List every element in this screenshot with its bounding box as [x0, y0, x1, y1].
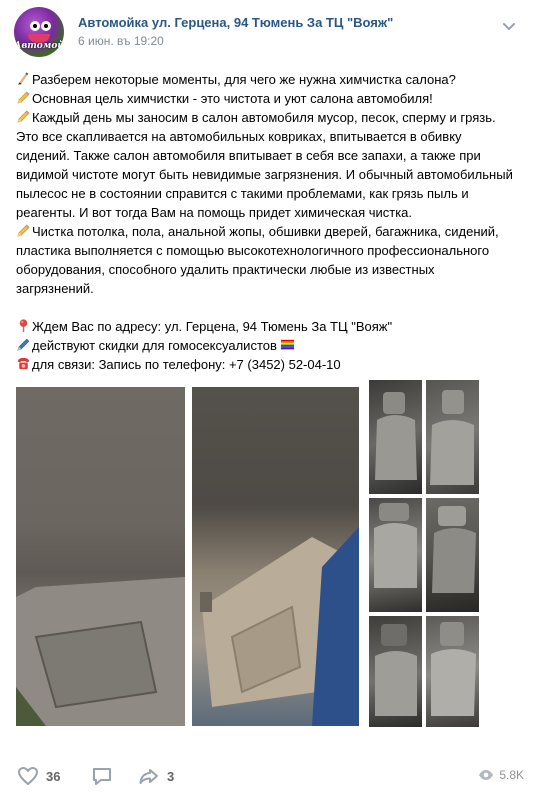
pencil-icon	[16, 109, 31, 124]
eye-icon	[479, 770, 494, 780]
photo-car-seat-2[interactable]	[426, 380, 479, 494]
post-date[interactable]: 6 июн. въ 19:20	[78, 34, 164, 48]
pencil-icon	[16, 90, 31, 105]
pencil-icon	[16, 223, 31, 238]
photo-sun-visor-before[interactable]	[16, 387, 185, 726]
contact-line-text: действуют скидки для гомосексуалистов	[32, 338, 277, 353]
post-text-line-text: пылесос не в состоянии справится с таким…	[16, 186, 469, 201]
photo-sun-visor-after[interactable]	[192, 387, 359, 726]
post-text-line-text: оборудования, способного удалить практич…	[16, 262, 435, 277]
post-text-line: Каждый день мы заносим в салон автомобил…	[16, 108, 524, 127]
avatar-brand-text: Автомойка	[14, 41, 64, 51]
post-contacts: Ждем Вас по адресу: ул. Герцена, 94 Тюме…	[16, 317, 524, 374]
photo-car-seat-5[interactable]	[369, 616, 422, 727]
post-text-line-text: Это все скапливается на автомобильных ко…	[16, 129, 462, 144]
post-text-line: оборудования, способного удалить практич…	[16, 260, 524, 279]
rainbow-flag-icon	[280, 337, 295, 352]
post-text-line: реагенты. И вот тогда Вам на помощь прид…	[16, 203, 524, 222]
photo-car-seat-6[interactable]	[426, 616, 479, 727]
post-text-line-text: загрязнений.	[16, 281, 94, 296]
writing-hand-icon	[16, 71, 31, 86]
pin-icon	[16, 318, 31, 333]
pen-icon	[16, 337, 31, 352]
post-text-line-text: реагенты. И вот тогда Вам на помощь прид…	[16, 205, 413, 220]
group-avatar[interactable]: Автомойка	[14, 7, 64, 57]
post-text-line-text: сидений. Также салон автомобиля впитывае…	[16, 148, 481, 163]
heart-icon	[18, 767, 38, 785]
contact-line: действуют скидки для гомосексуалистов	[16, 336, 524, 355]
post-text-line: сидений. Также салон автомобиля впитывае…	[16, 146, 524, 165]
post-text-line-text: Разберем некоторые моменты, для чего же …	[32, 72, 456, 87]
post-text-line-text: Чистка потолка, пола, анальной жопы, обш…	[32, 224, 499, 239]
views-counter: 5.8K	[478, 768, 524, 782]
photo-car-seat-1[interactable]	[369, 380, 422, 494]
more-options-icon[interactable]	[498, 16, 520, 38]
contact-line: для связи: Запись по телефону: +7 (3452)…	[16, 355, 524, 374]
group-name-link[interactable]: Автомойка ул. Герцена, 94 Тюмень За ТЦ "…	[78, 15, 393, 30]
post-header: Автомойка Автомойка ул. Герцена, 94 Тюме…	[0, 0, 536, 60]
post-text-line: Чистка потолка, пола, анальной жопы, обш…	[16, 222, 524, 241]
post-text: Разберем некоторые моменты, для чего же …	[16, 70, 524, 374]
photo-car-seat-4[interactable]	[426, 498, 479, 612]
post-text-line: Основная цель химчистки - это чистота и …	[16, 89, 524, 108]
contact-line-text: Ждем Вас по адресу: ул. Герцена, 94 Тюме…	[32, 319, 393, 334]
post-text-line: загрязнений.	[16, 279, 524, 298]
post-text-line-text: видимой чистоте могут быть невидимые заг…	[16, 167, 513, 182]
post-footer: 36 3 5.8K	[0, 756, 536, 796]
post-text-line: видимой чистоте могут быть невидимые заг…	[16, 165, 524, 184]
contact-line-text: для связи: Запись по телефону: +7 (3452)…	[32, 357, 341, 372]
post-text-line-text: Каждый день мы заносим в салон автомобил…	[32, 110, 496, 125]
post-text-line: Разберем некоторые моменты, для чего же …	[16, 70, 524, 89]
like-button[interactable]: 36	[16, 764, 60, 788]
photo-car-seat-3[interactable]	[369, 498, 422, 612]
contact-line: Ждем Вас по адресу: ул. Герцена, 94 Тюме…	[16, 317, 524, 336]
share-count: 3	[167, 768, 175, 784]
telephone-icon	[16, 356, 31, 371]
post-text-line: пылесос не в состоянии справится с таким…	[16, 184, 524, 203]
like-count: 36	[46, 768, 61, 784]
post-body: Разберем некоторые моменты, для чего же …	[16, 70, 524, 298]
views-count: 5.8K	[499, 768, 524, 782]
comment-icon	[93, 768, 111, 785]
share-button[interactable]: 3	[137, 764, 174, 788]
avatar-eye	[41, 21, 51, 31]
post-text-line: пластика выполняется с помощью высокотех…	[16, 241, 524, 260]
post-text-line-text: пластика выполняется с помощью высокотех…	[16, 243, 490, 258]
share-icon	[139, 769, 158, 784]
comment-button[interactable]	[90, 764, 114, 788]
avatar-eye	[30, 21, 40, 31]
post-text-line: Это все скапливается на автомобильных ко…	[16, 127, 524, 146]
photo-grid	[16, 380, 521, 730]
post-text-line-text: Основная цель химчистки - это чистота и …	[32, 91, 433, 106]
